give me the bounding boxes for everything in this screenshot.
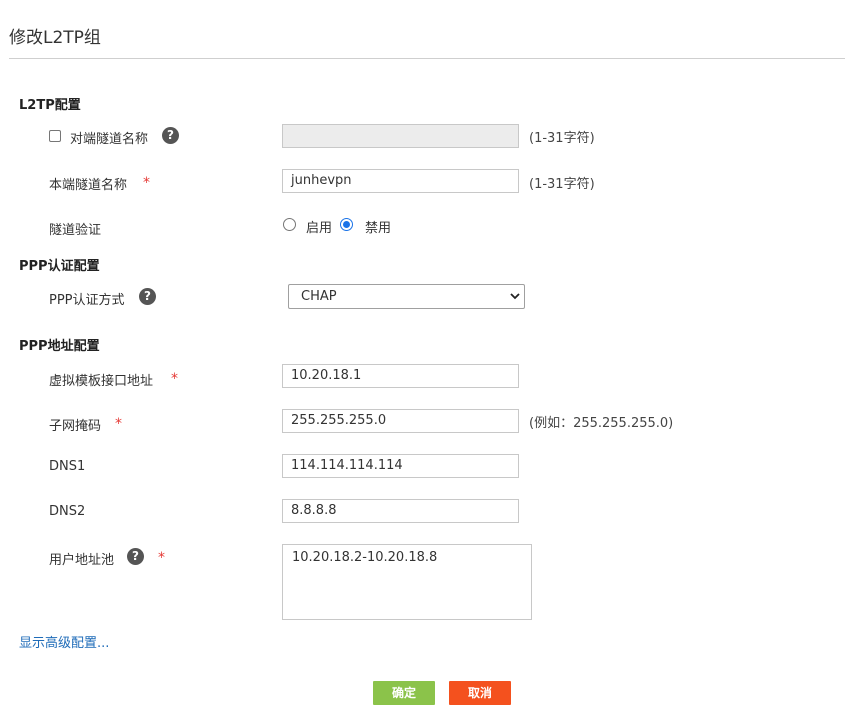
tunnel-auth-disable-label: 禁用 [365, 221, 392, 236]
user-pool-textarea[interactable]: 10.20.18.2-10.20.18.8 [282, 544, 532, 620]
required-mark: * [143, 175, 150, 191]
dns2-input[interactable]: 8.8.8.8 [282, 499, 519, 523]
tunnel-auth-enable-label: 启用 [306, 221, 333, 236]
local-tunnel-label: 本端隧道名称 [49, 178, 128, 193]
subnet-mask-input[interactable]: 255.255.255.0 [282, 409, 519, 433]
ppp-auth-mode-value: CHAP [301, 289, 337, 304]
chevron-down-icon [510, 293, 520, 300]
help-icon[interactable]: ? [162, 127, 179, 144]
subnet-mask-label: 子网掩码 [49, 419, 102, 434]
tunnel-auth-disable-radio[interactable] [340, 218, 353, 231]
virtual-template-input[interactable]: 10.20.18.1 [282, 364, 519, 388]
dns2-label: DNS2 [49, 504, 86, 519]
required-mark: * [115, 416, 122, 432]
dns1-input[interactable]: 114.114.114.114 [282, 454, 519, 478]
tunnel-auth-enable-radio[interactable] [283, 218, 296, 231]
section-ppp-addr-title: PPP地址配置 [19, 339, 100, 354]
cancel-button[interactable]: 取消 [449, 681, 511, 705]
dns1-label: DNS1 [49, 459, 86, 474]
peer-tunnel-label: 对端隧道名称 [70, 132, 149, 147]
local-tunnel-input[interactable]: junhevpn [282, 169, 519, 193]
ppp-auth-mode-select[interactable]: CHAP [288, 284, 525, 309]
peer-tunnel-input[interactable] [282, 124, 519, 148]
help-icon[interactable]: ? [139, 288, 156, 305]
section-ppp-auth-title: PPP认证配置 [19, 259, 100, 274]
required-mark: * [158, 550, 165, 566]
peer-tunnel-checkbox[interactable] [49, 130, 61, 142]
required-mark: * [171, 371, 178, 387]
page-title: 修改L2TP组 [9, 28, 101, 48]
ok-button[interactable]: 确定 [373, 681, 435, 705]
help-icon[interactable]: ? [127, 548, 144, 565]
title-divider [9, 58, 845, 59]
subnet-mask-hint: (例如：255.255.255.0) [529, 416, 674, 431]
peer-tunnel-hint: (1-31字符) [529, 131, 595, 146]
local-tunnel-hint: (1-31字符) [529, 177, 595, 192]
ppp-auth-mode-label: PPP认证方式 [49, 293, 125, 308]
user-pool-label: 用户地址池 [49, 553, 115, 568]
advanced-config-link[interactable]: 显示高级配置... [19, 632, 109, 651]
tunnel-auth-label: 隧道验证 [49, 223, 102, 238]
virtual-template-label: 虚拟模板接口地址 [49, 374, 154, 389]
section-l2tp-title: L2TP配置 [19, 98, 81, 113]
